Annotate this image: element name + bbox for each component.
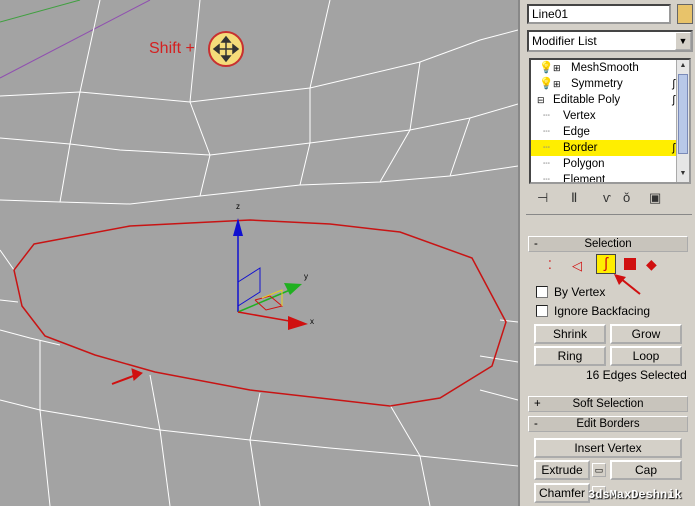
rollout-title: Selection: [584, 238, 632, 250]
rollout-title: Soft Selection: [572, 398, 644, 410]
stack-item-label: Polygon: [563, 158, 605, 170]
stack-item-label: Vertex: [563, 110, 596, 122]
expand-icon[interactable]: ⊞: [553, 76, 561, 92]
scroll-up-icon[interactable]: ▲: [677, 60, 689, 72]
axis-y-label: y: [304, 272, 308, 281]
stack-item-label: MeshSmooth: [571, 62, 639, 74]
chevron-down-icon[interactable]: ▼: [675, 32, 691, 50]
tree-line: ┄: [543, 174, 550, 184]
subobject-icon: ʃ: [672, 94, 675, 106]
subobject-icon: ʃ: [672, 142, 675, 154]
axis-z-label: z: [236, 202, 240, 211]
divider: [526, 214, 692, 215]
extrude-settings-icon[interactable]: ▭: [592, 463, 606, 477]
stack-item-polygon[interactable]: ┄ Polygon: [531, 156, 689, 172]
expand-icon[interactable]: ⊞: [553, 60, 561, 76]
cap-button[interactable]: Cap: [610, 460, 682, 480]
vertex-level-icon[interactable]: ⁚: [548, 258, 552, 272]
scroll-thumb[interactable]: [678, 74, 688, 154]
transform-gizmo: [233, 218, 308, 330]
modifier-list-dropdown[interactable]: Modifier List ▼: [527, 30, 693, 52]
scroll-down-icon[interactable]: ▼: [677, 168, 689, 180]
stack-item-label: Border: [563, 142, 598, 154]
stack-toolbar: ⊣ Ⅱ ⱱ ǒ ▣: [529, 190, 695, 208]
stack-item-edge[interactable]: ┄ Edge: [531, 124, 689, 140]
stack-item-element[interactable]: ┄ Element: [531, 172, 689, 184]
selected-border-loop: [13, 219, 507, 407]
lightbulb-icon[interactable]: 💡: [539, 60, 553, 76]
subobject-icon: ʃ: [672, 78, 675, 90]
watermark: 3dsMaxDeshnik: [588, 488, 682, 502]
stack-item-symmetry[interactable]: 💡 ⊞ Symmetry ʃ: [531, 76, 689, 92]
selection-rollout-header[interactable]: - Selection: [528, 236, 688, 252]
stack-item-vertex[interactable]: ┄ Vertex: [531, 108, 689, 124]
shrink-button[interactable]: Shrink: [534, 324, 606, 344]
remove-modifier-icon[interactable]: ǒ: [623, 190, 630, 205]
object-color-swatch[interactable]: [677, 4, 693, 24]
configure-sets-icon[interactable]: ▣: [649, 190, 661, 206]
stack-item-label: Edge: [563, 126, 590, 138]
border-level-icon[interactable]: ʃ: [596, 254, 616, 274]
stack-item-label: Symmetry: [571, 78, 623, 90]
polygon-level-icon[interactable]: [624, 258, 636, 270]
lightbulb-icon[interactable]: 💡: [539, 76, 553, 92]
edit-borders-rollout-header[interactable]: - Edit Borders: [528, 416, 688, 432]
tree-line: ┄: [543, 110, 550, 122]
collapse-sign: -: [534, 238, 538, 250]
viewport-canvas[interactable]: [0, 0, 518, 506]
selection-info: 16 Edges Selected: [586, 368, 687, 382]
ignore-backfacing-label: Ignore Backfacing: [554, 304, 651, 318]
stack-item-label: Element: [563, 174, 606, 184]
collapse-sign: -: [534, 418, 538, 430]
object-name-field[interactable]: Line01: [527, 4, 671, 24]
shift-hint-label: Shift +: [149, 40, 195, 57]
by-vertex-checkbox[interactable]: [536, 286, 548, 298]
rollout-title: Edit Borders: [576, 418, 640, 430]
modifier-list-label: Modifier List: [532, 34, 597, 48]
stack-item-meshsmooth[interactable]: 💡 ⊞ MeshSmooth: [531, 60, 689, 76]
collapse-icon[interactable]: ⊟: [537, 92, 545, 108]
modifier-stack[interactable]: 💡 ⊞ MeshSmooth 💡 ⊞ Symmetry ʃ ⊟ Editable…: [529, 58, 691, 184]
axis-x-label: x: [310, 317, 314, 326]
stack-item-editable-poly[interactable]: ⊟ Editable Poly ʃ: [531, 92, 689, 108]
grid-line-purple: [0, 0, 151, 79]
viewport[interactable]: z y x Shift +: [0, 0, 518, 506]
expand-sign: +: [534, 398, 541, 410]
tree-line: ┄: [543, 126, 550, 138]
by-vertex-label: By Vertex: [554, 285, 606, 299]
stack-item-label: Editable Poly: [553, 94, 621, 106]
annotation-arrow: [111, 368, 143, 385]
ignore-backfacing-checkbox[interactable]: [536, 305, 548, 317]
move-tool-icon: [208, 31, 244, 67]
extrude-button[interactable]: Extrude: [534, 460, 590, 480]
element-level-icon[interactable]: ◆: [646, 256, 657, 273]
app-window: z y x Shift + Line01 Modifier List ▼ 💡 ⊞…: [0, 0, 695, 506]
grow-button[interactable]: Grow: [610, 324, 682, 344]
ring-button[interactable]: Ring: [534, 346, 606, 366]
command-panel: Line01 Modifier List ▼ 💡 ⊞ MeshSmooth 💡 …: [518, 0, 695, 506]
pin-stack-icon[interactable]: ⊣: [537, 190, 548, 206]
show-end-result-icon[interactable]: Ⅱ: [571, 190, 577, 206]
loop-button[interactable]: Loop: [610, 346, 682, 366]
insert-vertex-button[interactable]: Insert Vertex: [534, 438, 682, 458]
stack-item-border[interactable]: ┄ Border ʃ: [531, 140, 689, 156]
annotation-arrow-panel: [614, 274, 641, 295]
make-unique-icon[interactable]: ⱱ: [603, 190, 611, 205]
soft-selection-rollout-header[interactable]: + Soft Selection: [528, 396, 688, 412]
chamfer-button[interactable]: Chamfer: [534, 483, 590, 503]
grid-line-green: [0, 0, 81, 23]
stack-scrollbar[interactable]: ▲ ▼: [676, 60, 689, 182]
edge-level-icon[interactable]: ◁: [572, 258, 582, 274]
tree-line: ┄: [543, 158, 550, 170]
wireframe-mesh: [0, 0, 518, 506]
move-arrows-icon: [212, 35, 240, 63]
tree-line: ┄: [543, 142, 550, 154]
